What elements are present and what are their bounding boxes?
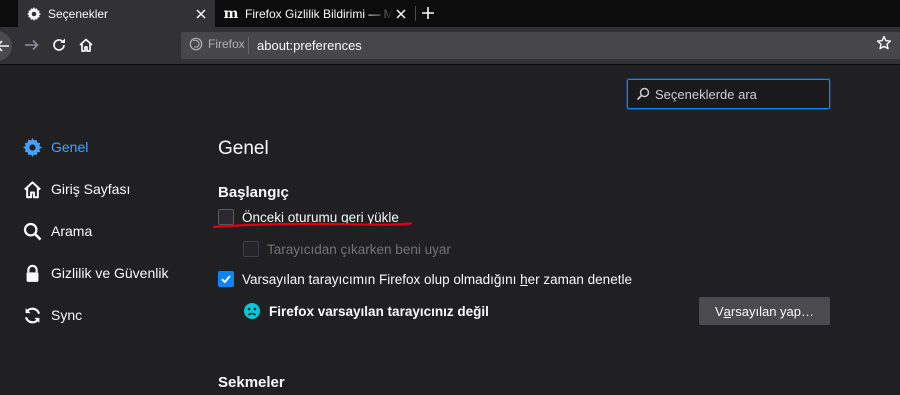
sad-face-icon (244, 303, 260, 319)
startup-heading: Başlangıç (218, 184, 289, 201)
sidebar-item-label: Sync (51, 307, 83, 323)
home-icon (79, 38, 93, 52)
check-default-option[interactable]: Varsayılan tarayıcımın Firefox olup olma… (218, 271, 632, 287)
navigation-toolbar: Firefox about:preferences (0, 27, 900, 65)
tabs-heading: Sekmeler (218, 374, 285, 391)
url-bar[interactable]: Firefox about:preferences (181, 32, 900, 59)
check-default-checkbox[interactable] (218, 271, 234, 287)
not-default-notice: Firefox varsayılan tarayıcınız değil (243, 302, 489, 320)
plus-icon (422, 7, 434, 19)
sidebar-item-search[interactable]: Arama (22, 220, 92, 242)
forward-button[interactable] (22, 36, 40, 54)
gear-icon (22, 137, 42, 157)
tab-title: Firefox Gizlilik Bildirimi — Mozilla (245, 6, 393, 21)
tab-separator (415, 6, 416, 21)
new-tab-button[interactable] (418, 3, 438, 23)
set-default-button[interactable]: Va rsayılan yap… (699, 297, 830, 325)
back-button[interactable] (0, 31, 12, 61)
reload-icon (53, 38, 65, 51)
preferences-search-input[interactable]: Seçeneklerde ara (627, 79, 830, 109)
lock-icon (22, 263, 42, 283)
sync-icon (22, 305, 42, 325)
identity-box[interactable]: Firefox (189, 37, 245, 51)
search-placeholder: Seçeneklerde ara (655, 86, 757, 102)
gear-icon (26, 6, 42, 22)
url-divider (248, 37, 249, 54)
sidebar-item-general[interactable]: Genel (22, 136, 88, 158)
close-icon[interactable] (193, 6, 209, 22)
url-text[interactable]: about:preferences (257, 38, 362, 53)
identity-label: Firefox (208, 37, 245, 51)
sidebar-item-label: Gizlilik ve Güvenlik (51, 265, 169, 281)
home-button[interactable] (77, 36, 95, 54)
tab-preferences[interactable]: Seçenekler (18, 0, 215, 27)
search-icon (22, 221, 42, 241)
warn-on-quit-option: Tarayıcıdan çıkarken beni uyar (243, 241, 451, 257)
mozilla-m-icon: m (223, 5, 239, 22)
arrow-right-icon (25, 39, 39, 51)
bookmark-star-icon[interactable] (876, 35, 892, 56)
arrow-left-icon (0, 40, 9, 52)
firefox-icon (189, 37, 203, 51)
home-icon (22, 179, 42, 199)
sidebar-item-label: Genel (51, 139, 89, 155)
tab-title: Seçenekler (48, 6, 109, 21)
search-icon (636, 87, 650, 101)
sidebar-item-label: Giriş Sayfası (51, 181, 131, 197)
sidebar-item-sync[interactable]: Sync (22, 304, 82, 326)
close-icon[interactable] (393, 6, 409, 22)
sidebar-item-home[interactable]: Giriş Sayfası (22, 178, 130, 200)
tab-privacy-notice[interactable]: m Firefox Gizlilik Bildirimi — Mozilla (215, 0, 415, 27)
not-default-message: Firefox varsayılan tarayıcınız değil (269, 303, 489, 319)
warn-on-quit-checkbox (243, 241, 259, 257)
tab-strip: Seçenekler m Firefox Gizlilik Bildirimi … (0, 0, 900, 27)
page-title: Genel (218, 138, 269, 159)
warn-on-quit-label: Tarayıcıdan çıkarken beni uyar (267, 241, 451, 257)
checkmark-icon (221, 275, 231, 284)
red-annotation-underline (213, 222, 413, 229)
check-default-label: Varsayılan tarayıcımın Firefox olup olma… (242, 271, 632, 287)
sidebar-item-privacy[interactable]: Gizlilik ve Güvenlik (22, 262, 168, 284)
sidebar-item-label: Arama (51, 223, 93, 239)
reload-button[interactable] (50, 36, 68, 54)
